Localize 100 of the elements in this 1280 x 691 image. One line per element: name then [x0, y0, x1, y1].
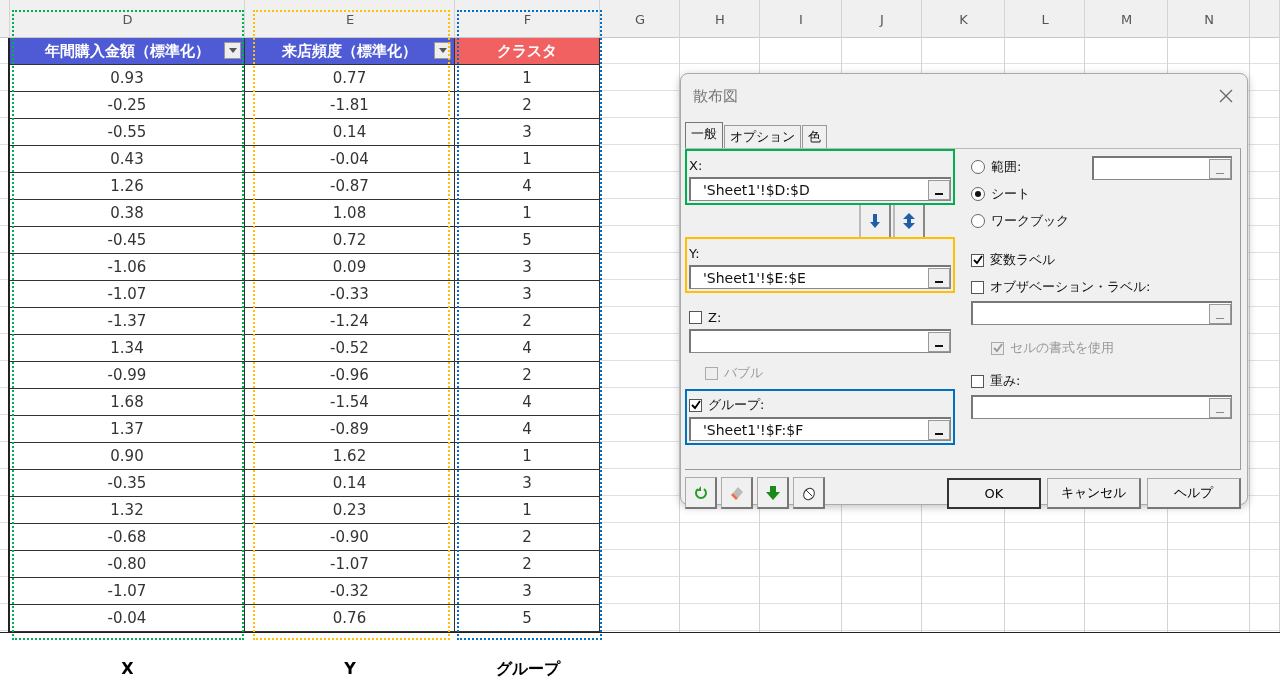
- table-cell: 0.14: [245, 119, 455, 146]
- table-cell: 1: [455, 497, 600, 524]
- table-cell: -1.54: [245, 389, 455, 416]
- field-label: Y:: [689, 245, 700, 261]
- column-header[interactable]: G: [634, 11, 646, 27]
- range-select-button[interactable]: [928, 179, 950, 200]
- field-label: Z:: [708, 309, 722, 325]
- checkbox-label: バブル: [724, 364, 763, 382]
- column-header[interactable]: H: [715, 11, 725, 27]
- range-input-field[interactable]: [971, 395, 1232, 419]
- column-header[interactable]: M: [1120, 11, 1133, 27]
- radio-button[interactable]: [971, 187, 985, 201]
- table-cell: 5: [455, 227, 600, 254]
- range-select-button[interactable]: [928, 419, 950, 440]
- table-cell: 0.90: [10, 443, 245, 470]
- column-header[interactable]: J: [880, 11, 884, 27]
- table-cell: 0.38: [10, 200, 245, 227]
- checkbox[interactable]: [689, 310, 702, 324]
- table-cell: -0.25: [10, 92, 245, 119]
- table-cell: 5: [455, 605, 600, 632]
- table-cell: -1.81: [245, 92, 455, 119]
- range-input-field[interactable]: 'Sheet1'!$E:$E: [689, 265, 951, 289]
- table-cell: 0.14: [245, 470, 455, 497]
- table-cell: -0.87: [245, 173, 455, 200]
- table-cell: 2: [455, 308, 600, 335]
- checkbox-label: セルの書式を使用: [1010, 339, 1114, 357]
- range-select-button[interactable]: [928, 267, 950, 288]
- dialog-button[interactable]: ヘルプ: [1147, 477, 1241, 509]
- table-cell: 3: [455, 470, 600, 497]
- range-select-button[interactable]: [928, 331, 950, 352]
- table-cell: -0.45: [10, 227, 245, 254]
- field-label: X:: [689, 157, 703, 173]
- table-cell: 3: [455, 119, 600, 146]
- table-header: 年間購入金額（標準化）: [10, 38, 245, 65]
- table-cell: -1.24: [245, 308, 455, 335]
- range-input-field[interactable]: 'Sheet1'!$D:$D: [689, 177, 951, 201]
- table-cell: -1.07: [245, 551, 455, 578]
- radio-button[interactable]: [971, 160, 985, 174]
- table-cell: -0.04: [245, 146, 455, 173]
- radio-label: シート: [991, 185, 1030, 203]
- move-down-button[interactable]: [859, 205, 891, 237]
- clear-button[interactable]: [721, 477, 753, 509]
- reset-button[interactable]: [685, 477, 717, 509]
- arrow-down-icon: [870, 214, 880, 228]
- radio-label: ワークブック: [991, 212, 1069, 230]
- table-cell: 4: [455, 173, 600, 200]
- column-header[interactable]: N: [1204, 11, 1214, 27]
- tab[interactable]: オプション: [724, 125, 801, 148]
- table-cell: 1.32: [10, 497, 245, 524]
- column-header[interactable]: L: [1041, 11, 1049, 27]
- field-label: グループ:: [708, 396, 765, 414]
- swap-button[interactable]: [893, 205, 925, 237]
- filter-dropdown-button[interactable]: [224, 42, 241, 59]
- range-input-field[interactable]: [1092, 156, 1232, 180]
- column-header[interactable]: K: [959, 11, 968, 27]
- table-cell: 1: [455, 146, 600, 173]
- table-cell: 0.77: [245, 65, 455, 92]
- checkbox[interactable]: [971, 280, 984, 294]
- table-cell: -0.96: [245, 362, 455, 389]
- annotation-label: Y: [344, 659, 356, 678]
- filter-dropdown-button[interactable]: [434, 42, 451, 59]
- tab[interactable]: 色: [802, 125, 827, 148]
- table-cell: -0.32: [245, 578, 455, 605]
- dialog-button[interactable]: キャンセル: [1047, 477, 1141, 509]
- radio-button[interactable]: [971, 214, 985, 228]
- column-header[interactable]: E: [345, 11, 355, 27]
- table-cell: -0.33: [245, 281, 455, 308]
- checkbox[interactable]: [971, 374, 984, 388]
- arrow-down-icon: [765, 485, 780, 500]
- table-cell: -1.07: [10, 578, 245, 605]
- table-cell: -0.55: [10, 119, 245, 146]
- checkbox-label: 重み:: [990, 372, 1021, 390]
- table-cell: -0.04: [10, 605, 245, 632]
- column-header[interactable]: F: [523, 11, 532, 27]
- tab[interactable]: 一般: [685, 122, 723, 148]
- table-cell: 1: [455, 200, 600, 227]
- move-down-button[interactable]: [757, 477, 789, 509]
- close-icon[interactable]: [1219, 89, 1233, 103]
- table-cell: 1.08: [245, 200, 455, 227]
- checkbox[interactable]: [689, 398, 702, 412]
- checkbox[interactable]: [971, 253, 984, 267]
- column-header[interactable]: D: [122, 11, 133, 27]
- table-header: 来店頻度（標準化）: [245, 38, 455, 65]
- table-cell: -1.37: [10, 308, 245, 335]
- range-input-field[interactable]: 'Sheet1'!$F:$F: [689, 417, 951, 441]
- table-cell: 2: [455, 551, 600, 578]
- dialog-button[interactable]: OK: [947, 477, 1041, 509]
- range-input-field[interactable]: [689, 329, 951, 353]
- column-header[interactable]: I: [799, 11, 803, 27]
- refresh-icon: [693, 485, 708, 500]
- table-cell: 1.34: [10, 335, 245, 362]
- table-cell: 1.26: [10, 173, 245, 200]
- table-cell: 0.43: [10, 146, 245, 173]
- table-cell: 2: [455, 362, 600, 389]
- table-cell: 0.09: [245, 254, 455, 281]
- checkbox-label: オブザベーション・ラベル:: [990, 278, 1151, 296]
- select-button[interactable]: [793, 477, 825, 509]
- range-input-field[interactable]: [971, 301, 1232, 325]
- annotation-label: グループ: [495, 659, 560, 678]
- dropdown-arrow-icon: [438, 48, 447, 53]
